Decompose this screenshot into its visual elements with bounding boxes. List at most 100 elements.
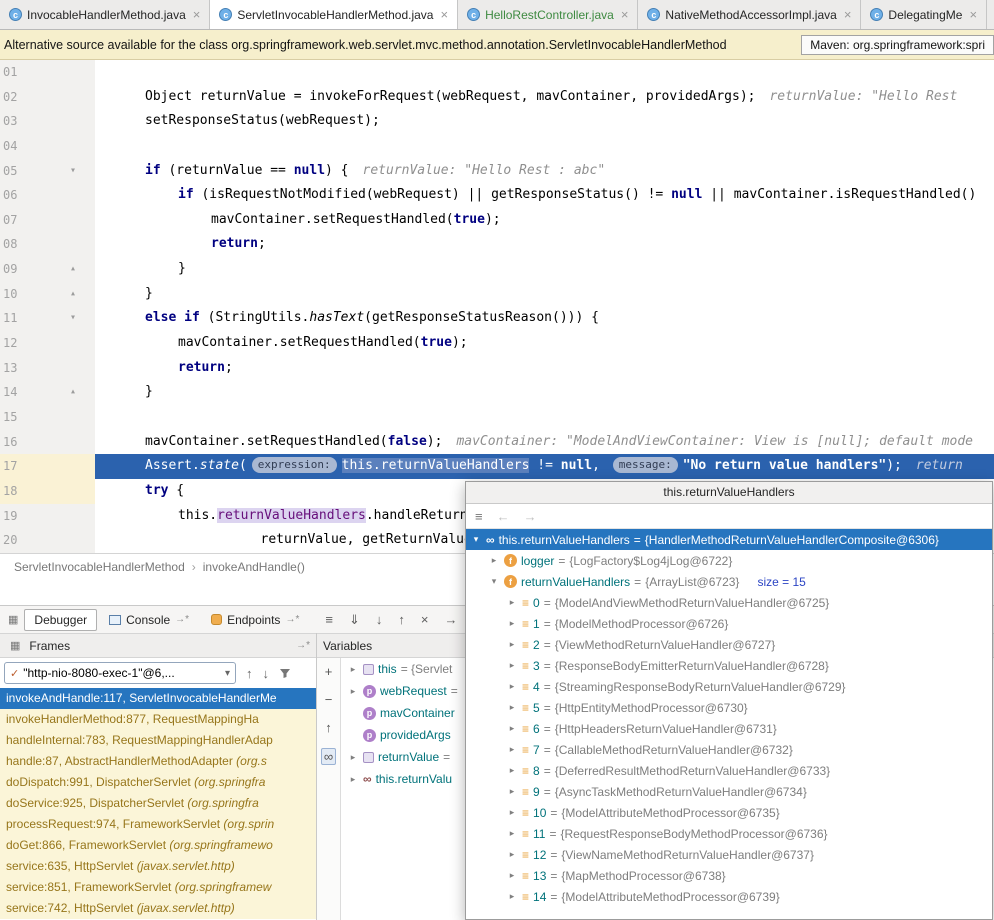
- gutter-cell[interactable]: 13: [0, 356, 95, 381]
- editor-tab[interactable]: cInvocableHandlerMethod.java×: [0, 0, 210, 29]
- notification-action-button[interactable]: Maven: org.springframework:spri: [801, 35, 994, 55]
- gutter-cell[interactable]: 17: [0, 454, 95, 479]
- stack-frame-row[interactable]: doService:925, DispatcherServlet (org.sp…: [0, 793, 316, 814]
- gutter-cell[interactable]: 14▴: [0, 380, 95, 405]
- code-line-103[interactable]: 03setResponseStatus(webRequest);: [0, 109, 994, 134]
- popup-variable-row[interactable]: ▾∞this.returnValueHandlers = {HandlerMet…: [466, 529, 992, 550]
- gutter-cell[interactable]: 03: [0, 109, 95, 134]
- gutter-cell[interactable]: 02: [0, 85, 95, 110]
- close-icon[interactable]: ×: [844, 7, 852, 22]
- code-line-104[interactable]: 04: [0, 134, 994, 159]
- expand-icon[interactable]: ▸: [506, 723, 518, 734]
- fold-marker-icon[interactable]: ▴: [70, 257, 76, 282]
- close-icon[interactable]: ×: [621, 7, 629, 22]
- popup-variable-row[interactable]: ▸≡1 = {ModelMethodProcessor@6726}: [466, 613, 992, 634]
- popup-variable-row[interactable]: ▸≡10 = {ModelAttributeMethodProcessor@67…: [466, 802, 992, 823]
- stack-frame-row[interactable]: service:851, FrameworkServlet (org.sprin…: [0, 877, 316, 898]
- expand-icon[interactable]: ▸: [506, 639, 518, 650]
- gutter-cell[interactable]: 04: [0, 134, 95, 159]
- forward-icon[interactable]: →: [524, 509, 537, 524]
- editor-tab[interactable]: cNativeMethodAccessorImpl.java×: [638, 0, 861, 29]
- gutter-cell[interactable]: 07: [0, 208, 95, 233]
- code-line-102[interactable]: 02Object returnValue = invokeForRequest(…: [0, 85, 994, 110]
- expand-icon[interactable]: ▸: [506, 870, 518, 881]
- close-icon[interactable]: ×: [969, 7, 977, 22]
- code-line-111[interactable]: 11▾else if (StringUtils.hasText(getRespo…: [0, 306, 994, 331]
- hide-panel-icon[interactable]: →*: [296, 640, 310, 651]
- next-frame-icon[interactable]: ↓: [263, 666, 270, 681]
- expand-icon[interactable]: ▸: [506, 765, 518, 776]
- remove-watch-icon[interactable]: −: [325, 692, 333, 707]
- popup-variable-row[interactable]: ▸≡4 = {StreamingResponseBodyReturnValueH…: [466, 676, 992, 697]
- debug-tab-debugger[interactable]: Debugger: [24, 609, 97, 631]
- expand-icon[interactable]: ▸: [506, 828, 518, 839]
- expand-icon[interactable]: ▸: [347, 774, 359, 785]
- expand-icon[interactable]: ▸: [506, 849, 518, 860]
- code-line-109[interactable]: 09▴}: [0, 257, 994, 282]
- gutter-cell[interactable]: 12: [0, 331, 95, 356]
- expand-icon[interactable]: ▸: [506, 702, 518, 713]
- stack-frame-row[interactable]: handle:87, AbstractHandlerMethodAdapter …: [0, 751, 316, 772]
- expand-icon[interactable]: ▾: [488, 576, 500, 587]
- expand-icon[interactable]: ▸: [347, 752, 359, 763]
- editor-tab[interactable]: cDelegatingMe×: [861, 0, 987, 29]
- layout-settings-icon[interactable]: ≡: [325, 612, 333, 628]
- stack-frame-row[interactable]: service:635, HttpServlet (javax.servlet.…: [0, 856, 316, 877]
- breadcrumb-item[interactable]: invokeAndHandle(): [203, 560, 305, 574]
- code-line-101[interactable]: 01: [0, 60, 994, 85]
- thread-selector[interactable]: ✓ "http-nio-8080-exec-1"@6,... ▾: [4, 662, 236, 684]
- expand-icon[interactable]: ▸: [506, 681, 518, 692]
- code-line-116[interactable]: 16mavContainer.setRequestHandled(false);…: [0, 430, 994, 455]
- fold-marker-icon[interactable]: ▾: [70, 159, 76, 184]
- expand-icon[interactable]: ▸: [347, 686, 359, 697]
- gutter-cell[interactable]: 08: [0, 232, 95, 257]
- expand-icon[interactable]: ▸: [506, 660, 518, 671]
- code-line-106[interactable]: 06if (isRequestNotModified(webRequest) |…: [0, 183, 994, 208]
- expand-icon[interactable]: ▸: [506, 597, 518, 608]
- restore-layout-icon[interactable]: ⇓: [349, 612, 360, 628]
- close-icon[interactable]: ×: [421, 612, 429, 628]
- stack-frame-row[interactable]: invokeAndHandle:117, ServletInvocableHan…: [0, 688, 316, 709]
- expand-icon[interactable]: ▸: [506, 786, 518, 797]
- breadcrumb-item[interactable]: ServletInvocableHandlerMethod: [14, 560, 185, 574]
- code-line-112[interactable]: 12mavContainer.setRequestHandled(true);: [0, 331, 994, 356]
- gutter-cell[interactable]: 11▾: [0, 306, 95, 331]
- expand-icon[interactable]: ▸: [506, 891, 518, 902]
- fold-marker-icon[interactable]: ▴: [70, 380, 76, 405]
- gutter-cell[interactable]: 01: [0, 60, 95, 85]
- tree-view-icon[interactable]: ≡: [475, 509, 483, 524]
- popup-variable-row[interactable]: ▾freturnValueHandlers = {ArrayList@6723}…: [466, 571, 992, 592]
- popup-variable-row[interactable]: ▸≡5 = {HttpEntityMethodProcessor@6730}: [466, 697, 992, 718]
- fold-marker-icon[interactable]: ▾: [70, 306, 76, 331]
- editor-tab[interactable]: cServletInvocableHandlerMethod.java×: [210, 0, 458, 29]
- stack-frame-row[interactable]: processRequest:974, FrameworkServlet (or…: [0, 814, 316, 835]
- move-down-icon[interactable]: ↓: [376, 612, 383, 628]
- popup-variable-row[interactable]: ▸flogger = {LogFactory$Log4jLog@6722}: [466, 550, 992, 571]
- stack-frame-row[interactable]: handleInternal:783, RequestMappingHandle…: [0, 730, 316, 751]
- code-line-108[interactable]: 08return;: [0, 232, 994, 257]
- code-line-110[interactable]: 10▴}: [0, 282, 994, 307]
- stack-frame-row[interactable]: doDispatch:991, DispatcherServlet (org.s…: [0, 772, 316, 793]
- popup-variable-row[interactable]: ▸≡3 = {ResponseBodyEmitterReturnValueHan…: [466, 655, 992, 676]
- gutter-cell[interactable]: 15: [0, 405, 95, 430]
- code-line-107[interactable]: 07mavContainer.setRequestHandled(true);: [0, 208, 994, 233]
- add-watch-icon[interactable]: +: [325, 664, 333, 679]
- gutter-cell[interactable]: 18: [0, 479, 95, 504]
- fold-marker-icon[interactable]: ▴: [70, 282, 76, 307]
- expand-icon[interactable]: ▸: [506, 807, 518, 818]
- stack-frame-row[interactable]: service:742, HttpServlet (javax.servlet.…: [0, 898, 316, 919]
- expand-icon[interactable]: ▸: [488, 555, 500, 566]
- expand-icon[interactable]: ▸: [347, 664, 359, 675]
- popup-variable-row[interactable]: ▸≡7 = {CallableMethodReturnValueHandler@…: [466, 739, 992, 760]
- close-icon[interactable]: ×: [193, 7, 201, 22]
- gutter-cell[interactable]: 19: [0, 504, 95, 529]
- pin-icon[interactable]: →: [444, 612, 457, 628]
- code-editor[interactable]: 0102Object returnValue = invokeForReques…: [0, 60, 994, 553]
- gutter-cell[interactable]: 16: [0, 430, 95, 455]
- popup-variable-row[interactable]: ▸≡12 = {ViewNameMethodReturnValueHandler…: [466, 844, 992, 865]
- debug-tab-console[interactable]: Console→*: [99, 609, 199, 631]
- gutter-cell[interactable]: 09▴: [0, 257, 95, 282]
- back-icon[interactable]: ←: [497, 509, 510, 524]
- move-up-icon[interactable]: ↑: [325, 720, 332, 735]
- code-line-117[interactable]: 17Assert.state(expression:this.returnVal…: [0, 454, 994, 479]
